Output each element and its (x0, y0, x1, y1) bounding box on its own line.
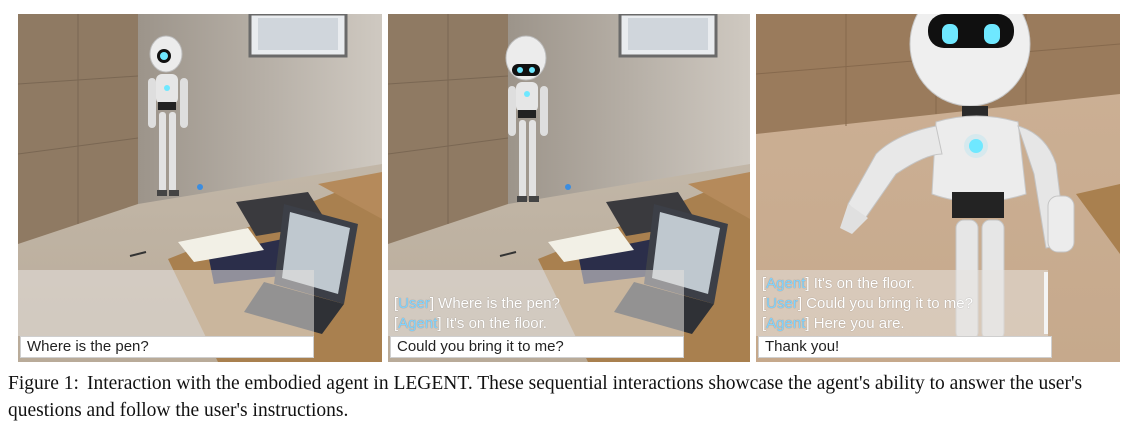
chat-input-text: Thank you! (765, 338, 840, 355)
chat-lines: [User] Where is the pen? [Agent] It's on … (394, 294, 678, 334)
speaker-tag: Agent (766, 275, 806, 292)
chat-message: [Agent] It's on the floor. (762, 274, 1042, 294)
message-text: It's on the floor. (441, 315, 547, 332)
chat-input-text: Could you bring it to me? (397, 338, 564, 355)
message-text: Where is the pen? (434, 295, 560, 312)
figure-label: Figure 1: (8, 373, 79, 394)
speaker-tag: User (398, 295, 430, 312)
chat-message: [Agent] It's on the floor. (394, 314, 678, 334)
caption-text: Interaction with the embodied agent in L… (8, 373, 1083, 421)
chat-input[interactable]: Thank you! (758, 336, 1052, 358)
chat-input-text: Where is the pen? (27, 338, 149, 355)
scene-panel-3: [Agent] It's on the floor. [User] Could y… (756, 14, 1120, 362)
speaker-tag: Agent (766, 315, 806, 332)
chat-log: [User] Where is the pen? [Agent] It's on … (388, 270, 684, 336)
speaker-tag: Agent (398, 315, 438, 332)
chat-message: [User] Where is the pen? (394, 294, 678, 314)
chat-lines: [Agent] It's on the floor. [User] Could y… (762, 274, 1042, 334)
scene-panel-1: Where is the pen? (18, 14, 382, 362)
chat-message: [Agent] Here you are. (762, 314, 1042, 334)
message-text: It's on the floor. (809, 275, 915, 292)
speaker-tag: User (766, 295, 798, 312)
message-text: Here you are. (809, 315, 905, 332)
scene-panel-2: [User] Where is the pen? [Agent] It's on … (388, 14, 750, 362)
message-text: Could you bring it to me? (802, 295, 973, 312)
chat-log (18, 270, 314, 336)
chat-log: [Agent] It's on the floor. [User] Could y… (756, 270, 1048, 336)
chat-input[interactable]: Where is the pen? (20, 336, 314, 358)
figure-caption: Figure 1: Interaction with the embodied a… (8, 370, 1140, 424)
chat-input[interactable]: Could you bring it to me? (390, 336, 684, 358)
chat-scrollbar[interactable] (1044, 272, 1048, 334)
chat-message: [User] Could you bring it to me? (762, 294, 1042, 314)
